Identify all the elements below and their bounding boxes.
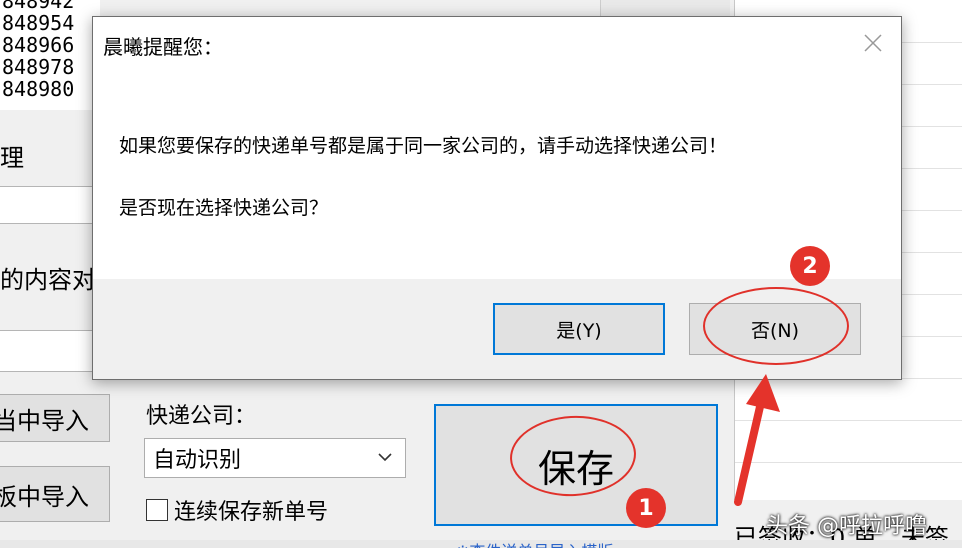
handle-label: 理 xyxy=(0,144,24,172)
chevron-down-icon xyxy=(378,453,392,462)
background-input-field[interactable] xyxy=(0,330,98,372)
step-badge-1: 1 xyxy=(626,488,666,528)
reminder-dialog: 晨曦提醒您： 如果您要保存的快递单号都是属于同一家公司的，请手动选择快递公司！ … xyxy=(92,16,902,380)
list-item[interactable]: 848954 xyxy=(0,12,100,34)
dialog-question: 是否现在选择快递公司？ xyxy=(119,197,329,219)
clipboard-import-button[interactable]: 板中导入 xyxy=(0,466,110,522)
import-button[interactable]: 当中导入 xyxy=(0,394,110,442)
tracking-number-list[interactable]: 848942 848954 848966 848978 848980 xyxy=(0,0,100,110)
continuous-save-label: 连续保存新单号 xyxy=(174,500,329,525)
close-icon[interactable] xyxy=(861,31,885,55)
yes-button[interactable]: 是(Y) xyxy=(493,303,665,355)
list-item[interactable]: 848978 xyxy=(0,56,100,78)
no-highlight-circle xyxy=(703,287,849,365)
step-badge-2: 2 xyxy=(790,246,830,286)
dialog-title: 晨曦提醒您： xyxy=(103,35,223,59)
checkbox-box[interactable] xyxy=(146,499,168,521)
company-select-value: 自动识别 xyxy=(153,448,242,473)
continuous-save-checkbox[interactable]: 连续保存新单号 xyxy=(146,494,328,526)
express-company-label: 快递公司： xyxy=(146,404,257,429)
watermark: 头条 @呼拉呼噜 xyxy=(766,514,927,539)
import-template-link[interactable]: ※查件送单号导入模版 xyxy=(456,538,613,548)
background-input-field[interactable] xyxy=(0,186,98,224)
red-arrow-icon xyxy=(734,374,780,506)
list-item[interactable]: 848966 xyxy=(0,34,100,56)
express-company-select[interactable]: 自动识别 xyxy=(144,438,406,478)
dialog-message: 如果您要保存的快递单号都是属于同一家公司的，请手动选择快递公司！ xyxy=(119,135,728,157)
list-item[interactable]: 848980 xyxy=(0,78,100,100)
